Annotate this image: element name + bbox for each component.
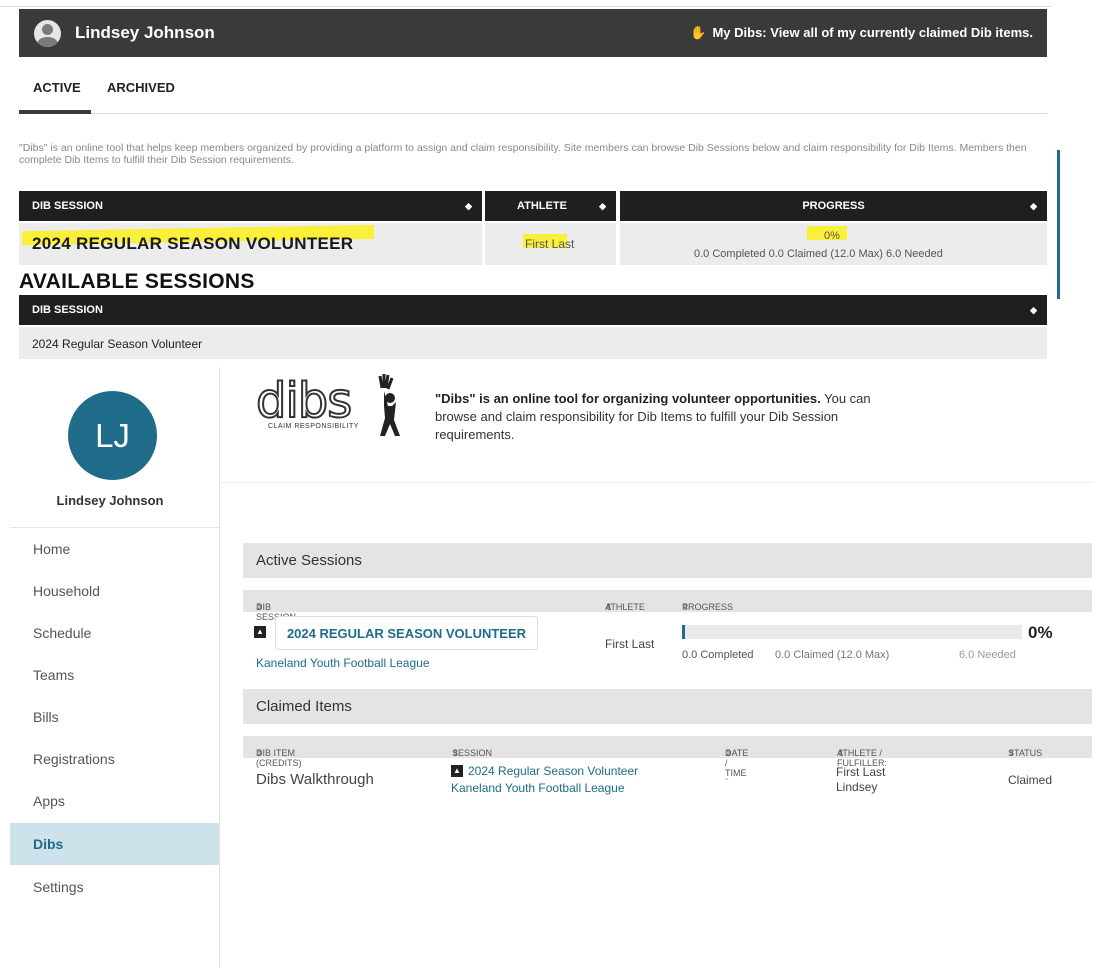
active-sessions-columns: DIB SESSION ⇕ ATHLETE ⇕ PROGRESS ⇕	[243, 590, 1092, 622]
athlete-name: First Last	[525, 237, 575, 251]
sort-icon: ⇕	[605, 602, 613, 612]
sidebar-divider	[219, 367, 220, 968]
date-time: -	[725, 773, 729, 785]
status-badge: Claimed	[1008, 773, 1053, 787]
intro-text: "Dibs" is an online tool that helps keep…	[19, 142, 1027, 166]
progress-percent: 0%	[1028, 623, 1053, 642]
sidebar-item-bills[interactable]: Bills	[10, 696, 219, 738]
tab-archived[interactable]: ARCHIVED	[107, 80, 175, 95]
claimed-items-header: Claimed Items	[243, 689, 1092, 724]
available-sessions-heading: AVAILABLE SESSIONS	[19, 270, 255, 293]
session-icon: ▲	[451, 765, 463, 777]
tab-active[interactable]: ACTIVE	[33, 80, 81, 95]
session-title-link[interactable]: 2024 REGULAR SEASON VOLUNTEER	[32, 234, 353, 254]
sidebar-item-dibs[interactable]: Dibs	[10, 823, 219, 865]
sidebar-item-schedule[interactable]: Schedule	[10, 612, 219, 654]
sidebar-item-registrations[interactable]: Registrations	[10, 738, 219, 780]
description-bold: "Dibs" is an online tool for organizing …	[435, 391, 821, 406]
fulfiller-name: Lindsey	[836, 780, 878, 794]
sidebar-user-name: Lindsey Johnson	[56, 493, 164, 508]
sort-icon: ⇕	[256, 602, 264, 612]
sort-icon: ⇕	[682, 602, 690, 612]
col-header-label: PROGRESS	[802, 200, 865, 212]
hand-icon: ✋	[690, 25, 707, 40]
athlete-name: First Last	[605, 637, 655, 651]
league-link[interactable]: Kaneland Youth Football League	[256, 656, 430, 670]
sort-icon[interactable]: ◆	[465, 191, 472, 221]
tab-active-indicator	[19, 110, 91, 114]
scrollbar[interactable]	[1057, 150, 1060, 299]
sidebar-item-home[interactable]: Home	[10, 528, 219, 570]
sort-icon[interactable]: ◆	[599, 191, 606, 221]
sidebar-item-label: Home	[33, 541, 71, 557]
sidebar-item-label: Teams	[33, 667, 75, 683]
sidebar-item-teams[interactable]: Teams	[10, 654, 219, 696]
sidebar-item-label: Bills	[33, 709, 59, 725]
sort-icon: ⇕	[256, 748, 264, 758]
sidebar-item-label: Registrations	[33, 751, 115, 767]
progress-bar	[682, 625, 1022, 639]
sort-icon[interactable]: ◆	[1030, 191, 1037, 221]
avatar[interactable]: LJ	[68, 391, 157, 480]
available-session-name[interactable]: 2024 Regular Season Volunteer	[32, 337, 202, 351]
col-header-progress[interactable]: PROGRESS ◆	[620, 191, 1047, 221]
col-header-dib-session[interactable]: DIB SESSION ◆	[19, 295, 1047, 325]
dib-item-name[interactable]: Dibs Walkthrough	[256, 771, 374, 788]
my-dibs-label: My Dibs: View all of my currently claime…	[712, 25, 1033, 40]
claimed-count: 0.0 Claimed (12.0 Max)	[775, 649, 890, 661]
my-dibs-link[interactable]: ✋ My Dibs: View all of my currently claim…	[690, 25, 1033, 41]
active-sessions-header: Active Sessions	[243, 543, 1092, 578]
sort-icon: ⇕	[837, 748, 845, 758]
claimed-items-columns: DIB ITEM (CREDITS) ⇕ SESSION ⇕ DATE / TI…	[243, 736, 1092, 778]
tabs-divider	[19, 113, 1047, 114]
league-link[interactable]: Kaneland Youth Football League	[451, 781, 625, 795]
sidebar-item-label: Household	[33, 583, 100, 599]
progress-percent: 0%	[824, 230, 840, 242]
sort-icon: ⇕	[725, 748, 733, 758]
dibs-description: "Dibs" is an online tool for organizing …	[435, 390, 915, 444]
person-claiming-icon	[378, 374, 400, 436]
sidebar-item-label: Apps	[33, 793, 65, 809]
sort-icon[interactable]: ◆	[1030, 295, 1037, 325]
user-avatar-icon[interactable]	[34, 20, 61, 47]
completed-count: 0.0 Completed	[682, 649, 754, 661]
sidebar-item-household[interactable]: Household	[10, 570, 219, 612]
col-header-athlete[interactable]: ATHLETE ◆	[485, 191, 616, 221]
sidebar-item-label: Schedule	[33, 625, 92, 641]
top-divider	[0, 6, 1052, 7]
session-link[interactable]: 2024 Regular Season Volunteer	[468, 764, 638, 778]
col-header-label: ATHLETE	[517, 200, 567, 212]
panel-title: Active Sessions	[256, 552, 362, 569]
top-bar: Lindsey Johnson ✋ My Dibs: View all of my…	[19, 9, 1047, 57]
col-header-label: DIB SESSION	[32, 200, 103, 212]
sort-icon: ⇕	[1008, 748, 1016, 758]
sidebar-item-label: Settings	[33, 879, 84, 895]
needed-count: 6.0 Needed	[959, 649, 1016, 661]
progress-detail: 0.0 Completed 0.0 Claimed (12.0 Max) 6.0…	[694, 248, 943, 260]
dibs-logo: dibs CLAIM RESPONSIBILITY	[255, 373, 406, 440]
athlete-name: First Last	[836, 765, 886, 779]
logo-tagline: CLAIM RESPONSIBILITY	[268, 423, 359, 430]
logo-wordmark: dibs	[255, 373, 353, 429]
sidebar-item-apps[interactable]: Apps	[10, 780, 219, 822]
session-button[interactable]: 2024 REGULAR SEASON VOLUNTEER	[275, 616, 538, 650]
col-header-dib-session[interactable]: DIB SESSION ◆	[19, 191, 482, 221]
session-icon: ▲	[254, 626, 266, 638]
sidebar-item-settings[interactable]: Settings	[10, 866, 219, 908]
top-user-name[interactable]: Lindsey Johnson	[75, 23, 215, 43]
panel-title: Claimed Items	[256, 698, 352, 715]
sort-icon: ⇕	[452, 748, 460, 758]
col-header-label: DIB SESSION	[32, 304, 103, 316]
sidebar-item-label: Dibs	[33, 836, 64, 852]
portal-divider	[220, 482, 1094, 483]
